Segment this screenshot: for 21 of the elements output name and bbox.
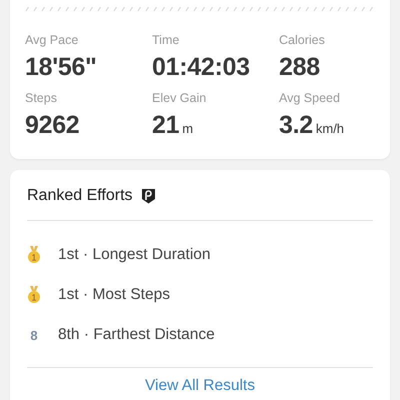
- ranked-effort-text: 8th · Farthest Distance: [58, 326, 215, 344]
- ranked-effort-text: 1st · Most Steps: [58, 286, 170, 304]
- ranked-effort-text: 1st · Longest Duration: [58, 246, 211, 264]
- stat-value: 9262: [25, 111, 80, 139]
- stat-label: Elev Gain: [152, 91, 208, 106]
- stat-label: Time: [152, 33, 180, 48]
- view-all-results-link[interactable]: View All Results: [145, 377, 255, 395]
- stat-value: 288: [279, 53, 320, 81]
- stat-label: Steps: [25, 91, 58, 106]
- stat-value: 21: [152, 111, 180, 139]
- stat-unit: km/h: [316, 121, 344, 136]
- stat-unit: m: [182, 121, 194, 136]
- stat-label: Calories: [279, 33, 326, 48]
- stat-label: Avg Pace: [25, 33, 80, 48]
- stat-value: 3.2: [279, 111, 313, 139]
- stat-value: 18'56": [25, 53, 97, 81]
- section-title: Ranked Efforts: [27, 187, 133, 205]
- stat-value: 01:42:03: [152, 53, 250, 81]
- stat-label: Avg Speed: [279, 91, 341, 106]
- shield-icon: [140, 188, 156, 204]
- rank-number: 8: [29, 328, 39, 342]
